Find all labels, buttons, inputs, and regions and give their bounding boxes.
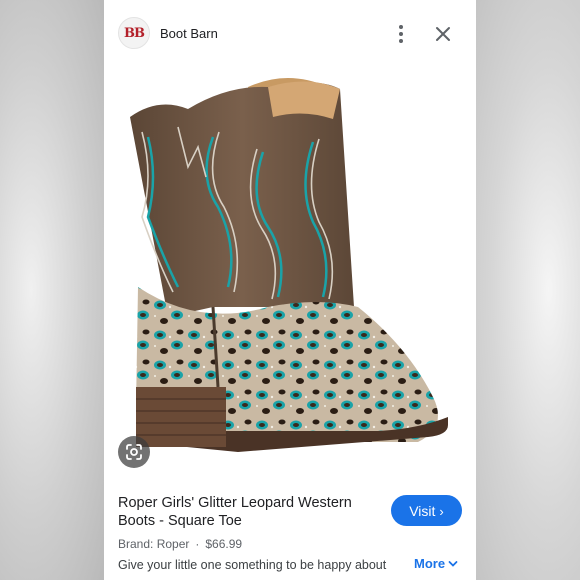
more-vertical-icon[interactable] <box>393 24 409 44</box>
product-description: Give your little one something to be hap… <box>118 558 387 572</box>
site-logo[interactable]: BB <box>118 17 150 49</box>
google-lens-icon[interactable] <box>118 436 150 468</box>
product-meta: Brand: Roper · $66.99 <box>118 537 242 551</box>
visit-button[interactable]: Visit › <box>391 495 462 526</box>
product-card: BB Boot Barn Roper Girls' Glitter Leopar… <box>104 0 476 580</box>
visit-label: Visit <box>409 502 436 519</box>
brand-label: Brand: Roper <box>118 537 190 551</box>
more-button[interactable]: More <box>414 556 458 571</box>
chevron-down-icon <box>448 560 458 567</box>
chevron-right-icon: › <box>439 503 444 519</box>
price-label: $66.99 <box>205 537 243 551</box>
close-icon[interactable] <box>433 24 453 44</box>
boot-illustration <box>130 78 448 452</box>
background-left <box>0 0 104 580</box>
product-title[interactable]: Roper Girls' Glitter Leopard Western Boo… <box>118 494 380 530</box>
meta-separator: · <box>195 537 200 551</box>
background-right <box>476 0 580 580</box>
site-name[interactable]: Boot Barn <box>160 26 218 41</box>
product-image[interactable] <box>118 57 463 484</box>
card-header: BB Boot Barn <box>104 14 476 54</box>
more-label: More <box>414 556 446 571</box>
